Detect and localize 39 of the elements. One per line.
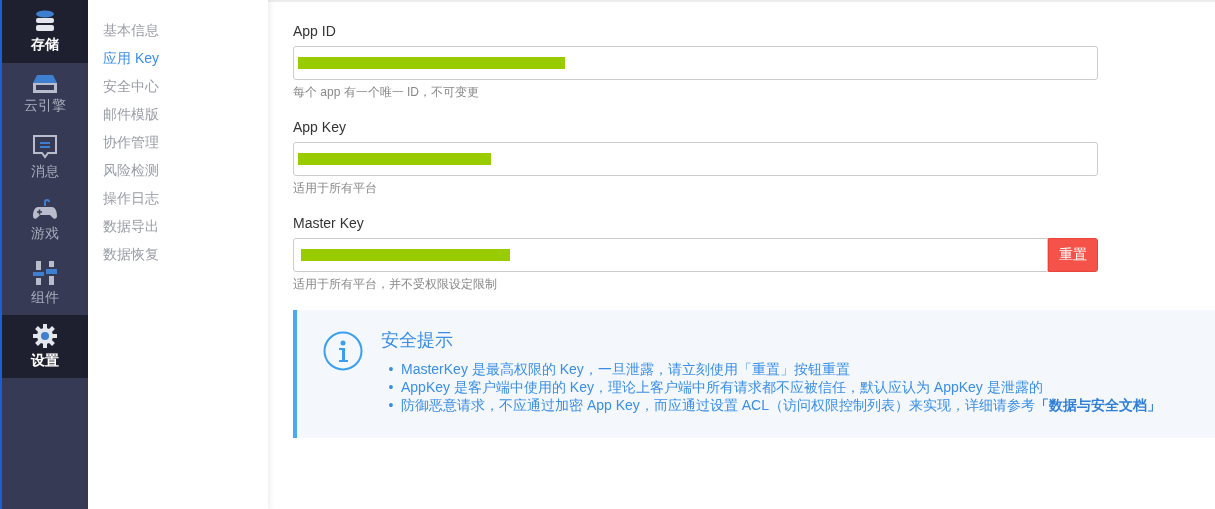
bullet: • — [387, 396, 395, 414]
submenu-item[interactable]: 邮件模版 — [88, 104, 268, 132]
notice-text: 防御恶意请求，不应通过加密 App Key，而应通过设置 ACL（访问权限控制列表）来实现，详细请参考 — [401, 396, 1035, 414]
field-hint: 每个 app 有一个唯一 ID，不可变更 — [293, 84, 480, 101]
components-icon — [33, 260, 57, 285]
gamepad-icon — [33, 198, 57, 221]
input-field[interactable] — [293, 238, 1048, 272]
field-label: App ID — [293, 23, 336, 39]
input-field[interactable] — [293, 46, 1098, 80]
reset-button[interactable]: 重置 — [1048, 238, 1098, 272]
field-hint: 适用于所有平台 — [293, 180, 377, 197]
submenu-item[interactable]: 应用 Key — [88, 48, 268, 76]
nav-item[interactable]: 消息 — [2, 126, 88, 189]
bullet: • — [387, 360, 395, 378]
nav-item[interactable]: 组件 — [2, 252, 88, 315]
notice-title: 安全提示 — [381, 329, 453, 352]
submenu-item[interactable]: 基本信息 — [88, 20, 268, 48]
submenu-item[interactable]: 数据恢复 — [88, 244, 268, 272]
submenu-item[interactable]: 数据导出 — [88, 216, 268, 244]
database-icon — [35, 9, 55, 32]
docs-link[interactable]: 「数据与安全文档」 — [1034, 396, 1161, 414]
notice-text: MasterKey 是最高权限的 Key，一旦泄露，请立刻使用「重置」按钮重置 — [401, 360, 850, 378]
drive-icon — [33, 74, 57, 93]
field-label: Master Key — [293, 215, 364, 231]
submenu-item[interactable]: 操作日志 — [88, 188, 268, 216]
notice-text: AppKey 是客户端中使用的 Key，理论上客户端中所有请求都不应被信任，默认应认为 AppKey 是泄露的 — [401, 378, 1043, 396]
nav-item[interactable]: 设置 — [2, 315, 88, 378]
input-field[interactable] — [293, 142, 1098, 176]
info-icon — [323, 331, 363, 371]
nav-item[interactable]: 云引擎 — [2, 63, 88, 126]
submenu-item[interactable]: 风险检测 — [88, 160, 268, 188]
bullet: • — [387, 378, 395, 396]
submenu-item[interactable]: 安全中心 — [88, 76, 268, 104]
nav-item[interactable]: 存储 — [2, 0, 88, 63]
message-icon — [33, 134, 57, 159]
field-hint: 适用于所有平台，并不受权限设定限制 — [293, 276, 497, 293]
field-label: App Key — [293, 119, 346, 135]
nav-item[interactable]: 游戏 — [2, 189, 88, 252]
submenu-item[interactable]: 协作管理 — [88, 132, 268, 160]
